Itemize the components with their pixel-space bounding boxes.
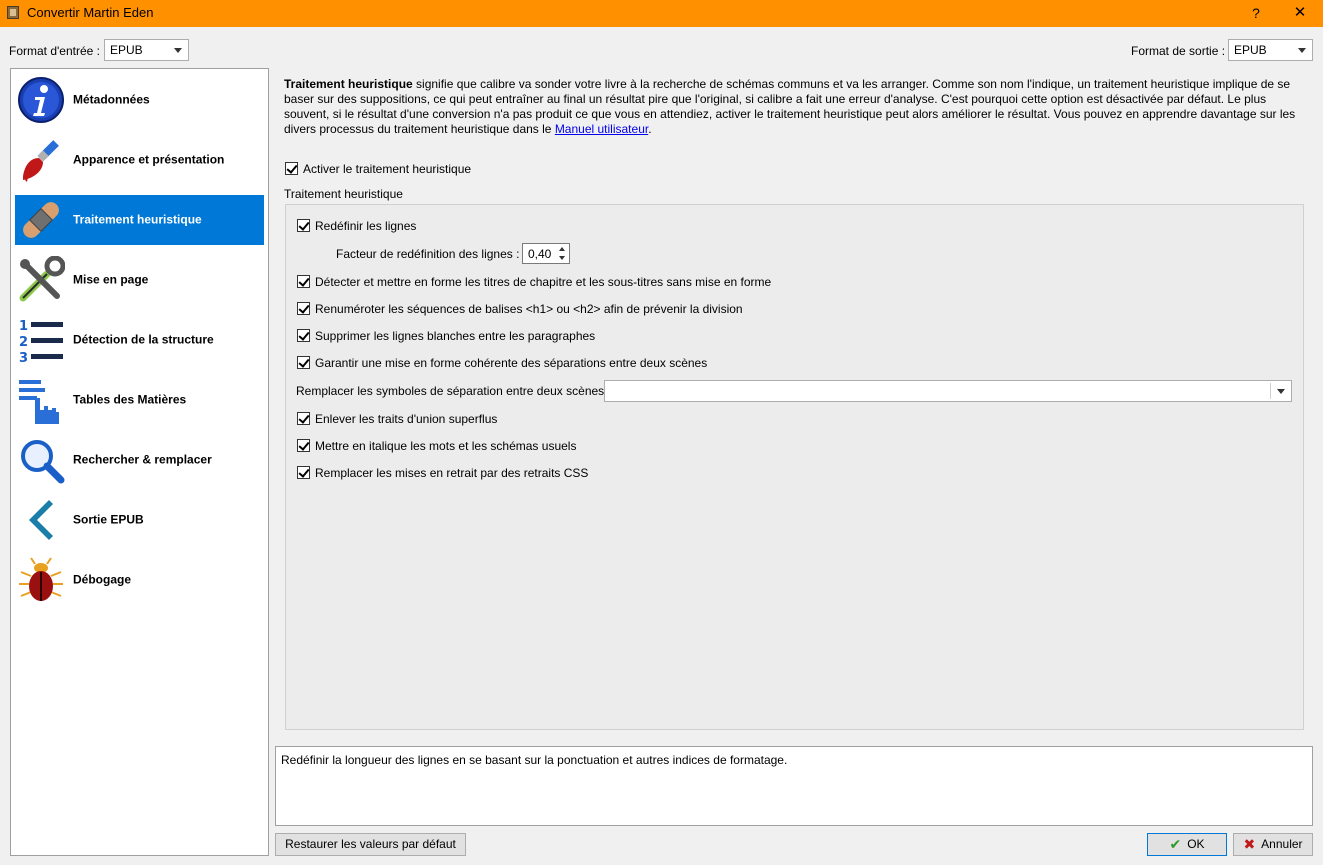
info-icon (18, 77, 64, 123)
ok-button[interactable]: ✔ OK (1147, 833, 1227, 856)
group-title: Traitement heuristique (284, 187, 403, 201)
restore-defaults-label: Restaurer les valeurs par défaut (285, 837, 456, 851)
spin-up-icon[interactable] (559, 247, 565, 251)
window-title: Convertir Martin Eden (27, 5, 154, 20)
sidebar-item-heuristics[interactable]: Traitement heuristique (15, 195, 264, 245)
sidebar-item-label: Débogage (73, 572, 132, 587)
sidebar-item-label: Mise en page (73, 272, 149, 287)
bug-icon (19, 557, 63, 601)
sidebar-item-page-setup[interactable]: Mise en page (15, 255, 264, 305)
restore-defaults-button[interactable]: Restaurer les valeurs par défaut (275, 833, 466, 856)
delete-blank-lines-label[interactable]: Supprimer les lignes blanches entre les … (315, 329, 595, 343)
svg-text:2: 2 (19, 335, 28, 350)
unwrap-factor-label: Facteur de redéfinition des lignes : (336, 247, 520, 261)
sidebar-item-label: Traitement heuristique (73, 212, 202, 227)
spin-down-icon[interactable] (559, 256, 565, 260)
sidebar: Métadonnées Apparence et présentation Tr… (10, 68, 269, 856)
renumber-headings-checkbox[interactable] (297, 302, 310, 315)
italicize-checkbox[interactable] (297, 439, 310, 452)
markup-headings-checkbox[interactable] (297, 275, 310, 288)
close-button[interactable]: ✕ (1289, 3, 1311, 23)
help-button[interactable]: ? (1245, 3, 1267, 23)
sidebar-item-label: Métadonnées (73, 92, 150, 107)
paintbrush-icon (23, 140, 59, 182)
replace-scene-breaks-label: Remplacer les symboles de séparation ent… (296, 384, 611, 398)
chevron-left-icon (29, 500, 53, 540)
sidebar-item-debug[interactable]: Débogage (15, 555, 264, 605)
cancel-button[interactable]: ✖ Annuler (1233, 833, 1313, 856)
italicize-label[interactable]: Mettre en italique les mots et les schém… (315, 439, 576, 453)
unwrap-lines-checkbox[interactable] (297, 219, 310, 232)
checkmark-icon: ✔ (1169, 836, 1182, 853)
chevron-down-icon (1298, 48, 1306, 53)
input-format-value: EPUB (110, 43, 143, 57)
sidebar-item-label: Tables des Matières (73, 392, 187, 407)
sidebar-item-label: Rechercher & remplacer (73, 452, 212, 467)
dehyphenate-checkbox[interactable] (297, 412, 310, 425)
renumber-headings-label[interactable]: Renuméroter les séquences de balises <h1… (315, 302, 743, 316)
sidebar-item-toc[interactable]: Tables des Matières (15, 375, 264, 425)
numbered-list-icon: 1 2 3 (19, 319, 63, 364)
combo-divider (1270, 383, 1271, 399)
sidebar-item-label: Sortie EPUB (73, 512, 144, 527)
unwrap-factor-spinbox[interactable]: 0,40 (522, 243, 570, 264)
sidebar-item-metadata[interactable]: Métadonnées (15, 75, 264, 125)
help-box: Redéfinir la longueur des lignes en se b… (275, 746, 1313, 826)
dehyphenate-label[interactable]: Enlever les traits d'union superflus (315, 412, 497, 426)
format-scene-breaks-label[interactable]: Garantir une mise en forme cohérente des… (315, 356, 707, 370)
replace-scene-breaks-select[interactable] (604, 380, 1292, 402)
delete-blank-lines-checkbox[interactable] (297, 329, 310, 342)
sidebar-item-epub-output[interactable]: Sortie EPUB (15, 495, 264, 545)
unwrap-factor-value: 0,40 (528, 247, 552, 261)
description-title: Traitement heuristique (284, 77, 413, 91)
sidebar-item-search-replace[interactable]: Rechercher & remplacer (15, 435, 264, 485)
app-icon (7, 6, 19, 19)
help-text: Redéfinir la longueur des lignes en se b… (281, 753, 788, 767)
chevron-down-icon (1277, 389, 1285, 394)
fix-indents-label[interactable]: Remplacer les mises en retrait par des r… (315, 466, 588, 480)
sidebar-item-appearance[interactable]: Apparence et présentation (15, 135, 264, 185)
output-format-select[interactable]: EPUB (1228, 39, 1313, 61)
description-text: signifie que calibre va sonder votre liv… (284, 77, 1296, 136)
output-format-value: EPUB (1234, 43, 1267, 57)
fix-indents-checkbox[interactable] (297, 466, 310, 479)
unwrap-lines-label[interactable]: Redéfinir les lignes (315, 219, 416, 233)
title-bar: Convertir Martin Eden ? ✕ (0, 0, 1323, 27)
svg-text:1: 1 (19, 319, 28, 334)
chevron-down-icon (174, 48, 182, 53)
enable-heuristics-label[interactable]: Activer le traitement heuristique (303, 162, 471, 176)
sidebar-item-label: Détection de la structure (73, 332, 214, 347)
cancel-label: Annuler (1261, 837, 1303, 851)
input-format-label: Format d'entrée : (9, 44, 100, 58)
output-format-label: Format de sortie : (1131, 44, 1226, 58)
magnifier-icon (21, 440, 65, 484)
sidebar-item-structure[interactable]: 1 2 3 Détection de la structure (15, 315, 264, 365)
tools-icon (19, 256, 65, 302)
enable-heuristics-checkbox[interactable] (285, 162, 298, 175)
ok-label: OK (1187, 837, 1205, 851)
heuristics-description: Traitement heuristique signifie que cali… (284, 77, 1314, 137)
sidebar-item-label: Apparence et présentation (73, 152, 225, 167)
format-scene-breaks-checkbox[interactable] (297, 356, 310, 369)
user-manual-link[interactable]: Manuel utilisateur (555, 122, 648, 136)
bandage-icon (23, 202, 59, 238)
description-end: . (648, 122, 652, 136)
toc-hand-icon (19, 380, 59, 424)
svg-text:3: 3 (19, 351, 28, 364)
cancel-x-icon: ✖ (1243, 836, 1256, 853)
input-format-select[interactable]: EPUB (104, 39, 189, 61)
markup-headings-label[interactable]: Détecter et mettre en forme les titres d… (315, 275, 771, 289)
